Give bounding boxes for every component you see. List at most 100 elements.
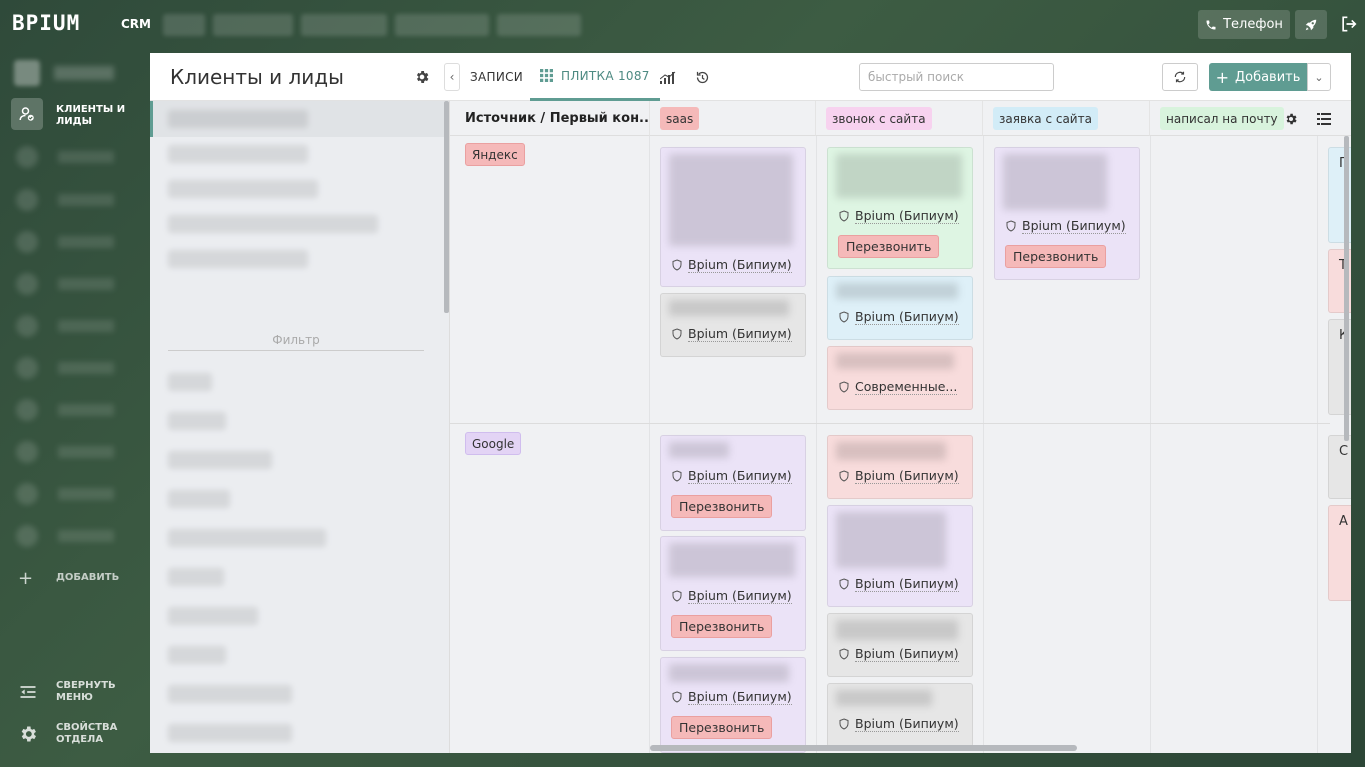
callback-button[interactable]: Перезвонить — [671, 615, 773, 638]
nav-item-blurred[interactable] — [497, 14, 581, 36]
tab-history[interactable] — [695, 53, 710, 101]
record-card[interactable]: Bpium (Бипиум) — [827, 683, 973, 747]
user-name-blurred — [54, 66, 114, 80]
sidebar-item-blurred[interactable] — [14, 146, 124, 168]
record-card[interactable]: Bpium (Бипиум) — [827, 276, 973, 340]
sidebar-item-blurred[interactable] — [14, 231, 124, 253]
filter-item-blurred[interactable] — [168, 529, 326, 547]
sidebar-item-blurred[interactable] — [14, 399, 124, 421]
tab-reports[interactable] — [660, 53, 676, 101]
record-card[interactable]: Bpium (Бипиум) Перезвонить — [660, 536, 806, 651]
view-item-blurred[interactable] — [168, 145, 308, 163]
search-input[interactable] — [859, 63, 1054, 91]
sidebar-item-blurred[interactable] — [14, 189, 124, 211]
record-card[interactable]: Bpium (Бипиум) — [827, 505, 973, 607]
owner-icon — [672, 470, 682, 482]
views-scrollbar[interactable] — [444, 101, 449, 313]
view-item-blurred[interactable] — [168, 250, 308, 268]
row-tag-google[interactable]: Google — [465, 432, 522, 455]
filter-item-blurred[interactable] — [168, 490, 230, 508]
sidebar-item-blurred[interactable] — [14, 315, 124, 337]
record-card[interactable]: Bpium (Бипиум) Перезвонить — [660, 435, 806, 531]
list-icon[interactable] — [1317, 112, 1331, 126]
filter-item-blurred[interactable] — [168, 568, 224, 586]
sidebar-item-blurred[interactable] — [14, 525, 124, 547]
record-card[interactable]: Bpium (Бипиум) Перезвонить — [994, 147, 1140, 280]
board-vertical-scrollbar[interactable] — [1344, 136, 1349, 441]
column-tag-site-call[interactable]: звонок с сайта — [826, 107, 932, 130]
sidebar-item-blurred[interactable] — [14, 441, 124, 463]
logout-icon[interactable] — [1339, 14, 1359, 34]
nav-item-blurred[interactable] — [301, 14, 387, 36]
row-grouping-label[interactable]: Источник / Первый кон... — [465, 111, 654, 126]
record-card[interactable]: Bpium (Бипиум) — [827, 613, 973, 677]
collapse-menu-icon — [20, 686, 36, 698]
view-item-blurred[interactable] — [168, 215, 378, 233]
filter-item-blurred[interactable] — [168, 451, 272, 469]
rocket-button[interactable] — [1295, 10, 1327, 39]
callback-button[interactable]: Перезвонить — [838, 235, 940, 258]
divider — [1150, 136, 1151, 753]
divider — [168, 350, 424, 351]
refresh-button[interactable] — [1162, 63, 1198, 91]
card-owner: Bpium (Бипиум) — [838, 716, 959, 732]
gear-icon[interactable] — [1284, 112, 1298, 126]
view-item-blurred[interactable] — [168, 110, 308, 128]
filter-item-blurred[interactable] — [168, 685, 292, 703]
nav-item-blurred[interactable] — [213, 14, 293, 36]
owner-name: Bpium (Бипиум) — [855, 309, 959, 325]
sidebar-item-label: КЛИЕНТЫ И ЛИДЫ — [56, 104, 126, 127]
record-card[interactable]: А — [1328, 505, 1351, 601]
add-dropdown-button[interactable]: ⌄ — [1307, 63, 1331, 91]
section-name[interactable]: CRM — [121, 17, 151, 31]
board-horizontal-scrollbar[interactable] — [650, 745, 1077, 751]
sidebar-item-blurred[interactable] — [14, 357, 124, 379]
collapse-pane-button[interactable]: ‹ — [444, 63, 460, 91]
sidebar: КЛИЕНТЫ И ЛИДЫ + ДОБАВИТЬ СВЕРНУТЬ МЕНЮ … — [0, 48, 150, 767]
owner-icon — [672, 328, 682, 340]
sidebar-item-blurred[interactable] — [14, 273, 124, 295]
sidebar-item-blurred[interactable] — [14, 483, 124, 505]
filter-item-blurred[interactable] — [168, 373, 212, 391]
views-header: Клиенты и лиды — [150, 53, 450, 101]
user-profile[interactable] — [14, 60, 124, 86]
callback-button[interactable]: Перезвонить — [671, 495, 773, 518]
filter-item-blurred[interactable] — [168, 646, 226, 664]
nav-item-blurred[interactable] — [163, 14, 205, 36]
add-section-label[interactable]: ДОБАВИТЬ — [56, 572, 119, 583]
record-card[interactable]: Bpium (Бипиум) — [827, 435, 973, 499]
owner-name: Современные... — [855, 379, 958, 395]
column-tag-saas[interactable]: saas — [660, 107, 700, 130]
record-card[interactable]: Современные... — [827, 346, 973, 410]
tab-tiles[interactable]: ПЛИТКА 1087 — [530, 53, 660, 101]
column-tag-email[interactable]: написал на почту — [1160, 107, 1284, 130]
plus-icon[interactable]: + — [18, 568, 33, 589]
app-logo[interactable]: BPIUM — [12, 11, 80, 35]
collapse-menu-button[interactable]: СВЕРНУТЬ МЕНЮ — [0, 678, 150, 708]
department-settings-button[interactable]: СВОЙСТВА ОТДЕЛА — [0, 720, 150, 750]
owner-name: Bpium (Бипиум) — [855, 468, 959, 484]
view-item-blurred[interactable] — [168, 180, 318, 198]
callback-button[interactable]: Перезвонить — [1005, 245, 1107, 268]
filter-item-blurred[interactable] — [168, 607, 258, 625]
nav-item-blurred[interactable] — [395, 14, 489, 36]
tab-records[interactable]: ЗАПИСИ — [470, 53, 523, 101]
add-button[interactable]: + Добавить — [1209, 63, 1307, 91]
record-card[interactable]: Bpium (Бипиум) — [660, 147, 806, 287]
record-card[interactable]: С — [1328, 435, 1351, 499]
filter-item-blurred[interactable] — [168, 412, 226, 430]
callback-button[interactable]: Перезвонить — [671, 716, 773, 739]
catalog-settings-icon[interactable] — [414, 69, 430, 85]
column-tag-site-request[interactable]: заявка с сайта — [993, 107, 1098, 130]
phone-button[interactable]: Телефон — [1198, 10, 1290, 39]
record-card[interactable]: Bpium (Бипиум) — [660, 293, 806, 357]
divider — [1317, 136, 1318, 753]
record-card[interactable]: Bpium (Бипиум) Перезвонить — [827, 147, 973, 269]
owner-icon — [839, 311, 849, 323]
top-bar: BPIUM CRM Телефон — [0, 0, 1365, 48]
row-tag-yandex[interactable]: Яндекс — [465, 143, 525, 166]
filter-item-blurred[interactable] — [168, 724, 292, 742]
record-card[interactable]: Bpium (Бипиум) Перезвонить — [660, 657, 806, 753]
owner-name: Bpium (Бипиум) — [855, 208, 959, 224]
sidebar-item-clients[interactable]: КЛИЕНТЫ И ЛИДЫ — [0, 98, 150, 132]
